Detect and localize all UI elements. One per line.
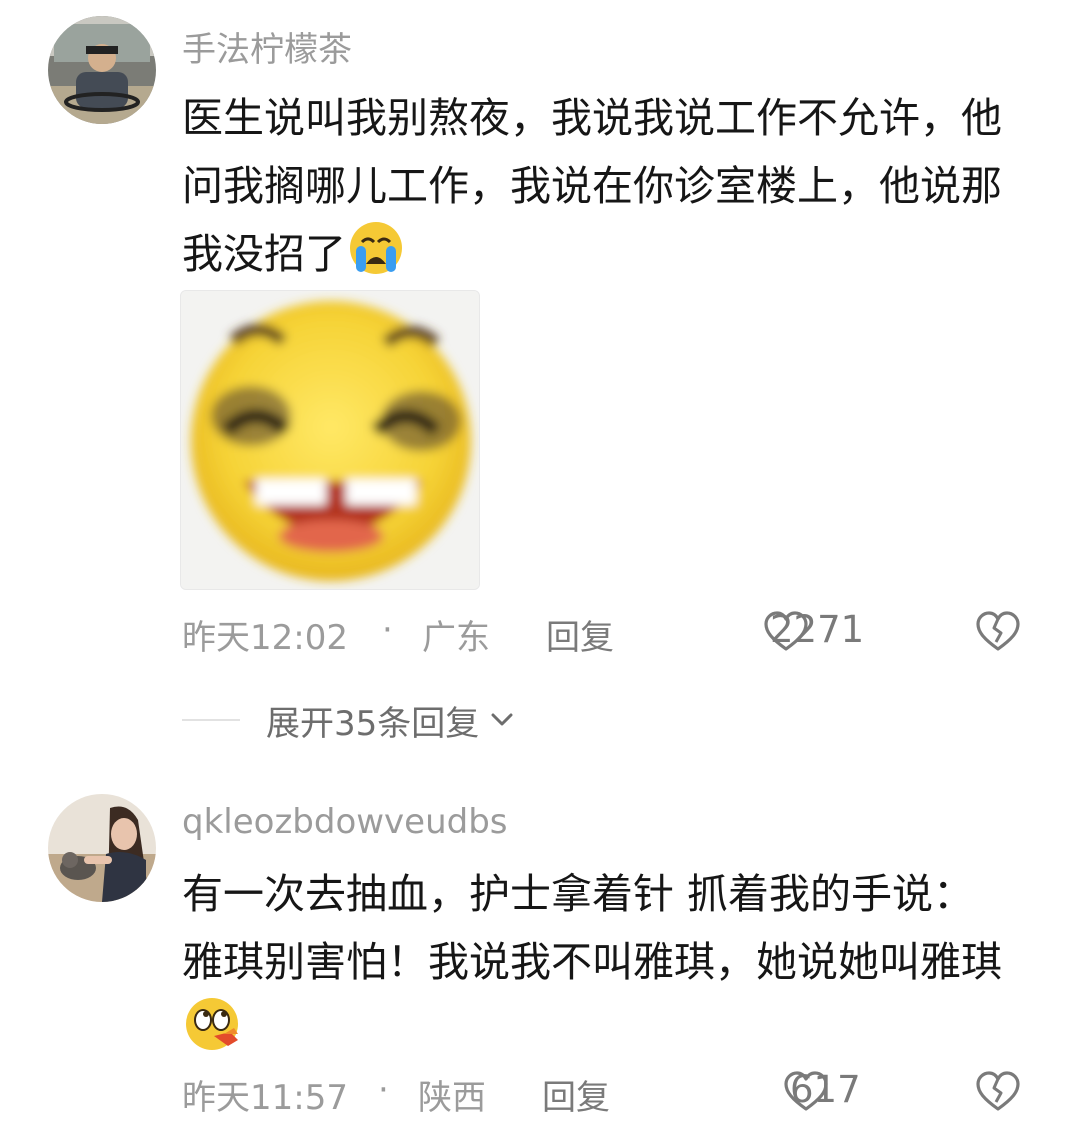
dislike-button[interactable] (974, 608, 1022, 665)
reply-button[interactable]: 回复 (546, 610, 614, 659)
avatar[interactable] (48, 794, 156, 902)
dislike-button[interactable] (974, 1068, 1022, 1125)
username[interactable]: qkleozbdowveudbs (182, 802, 508, 842)
comment-text: 有一次去抽血，护士拿着针 抓着我的手说：雅琪别害怕！我说我不叫雅琪，她说她叫雅琪 (182, 860, 1012, 1072)
sticker-image[interactable] (180, 290, 480, 590)
broken-heart-icon (976, 611, 1020, 651)
expand-replies-label: 展开35条回复 (266, 703, 480, 744)
avatar[interactable] (48, 16, 156, 124)
broken-heart-icon (976, 1071, 1020, 1111)
comment-time: 昨天12:02 (182, 618, 348, 658)
meta-separator: · (382, 610, 393, 650)
like-count: 2271 (770, 608, 865, 651)
comment-text-body: 有一次去抽血，护士拿着针 抓着我的手说：雅琪别害怕！我说我不叫雅琪，她说她叫雅琪 (182, 870, 1002, 986)
face-with-rolling-eyes-laughing-icon (184, 996, 244, 1072)
comment-meta: 昨天11:57 · 陕西 回复 617 (182, 1068, 1042, 1120)
like-count: 617 (790, 1068, 861, 1111)
comment-meta: 昨天12:02 · 广东 回复 2271 (182, 608, 1042, 660)
like-button[interactable]: 2271 (762, 608, 864, 656)
crying-face-icon (348, 220, 404, 296)
like-button[interactable]: 617 (782, 1068, 861, 1116)
comment-text: 医生说叫我别熬夜，我说我说工作不允许，他问我搁哪儿工作，我说在你诊室楼上，他说那… (182, 84, 1012, 296)
chevron-down-icon (491, 713, 513, 726)
comment-item: qkleozbdowveudbs 有一次去抽血，护士拿着针 抓着我的手说：雅琪别… (0, 790, 1080, 1128)
comment-item: 手法柠檬茶 医生说叫我别熬夜，我说我说工作不允许，他问我搁哪儿工作，我说在你诊室… (0, 0, 1080, 760)
reply-button[interactable]: 回复 (542, 1070, 610, 1119)
comment-text-body: 医生说叫我别熬夜，我说我说工作不允许，他问我搁哪儿工作，我说在你诊室楼上，他说那… (182, 94, 1002, 278)
username[interactable]: 手法柠檬茶 (182, 22, 352, 71)
meta-separator: · (378, 1070, 389, 1110)
divider (182, 719, 240, 721)
comment-location: 广东 (422, 618, 490, 658)
comment-location: 陕西 (418, 1078, 486, 1118)
expand-replies[interactable]: 展开35条回复 (182, 695, 517, 745)
comment-time: 昨天11:57 (182, 1078, 348, 1118)
